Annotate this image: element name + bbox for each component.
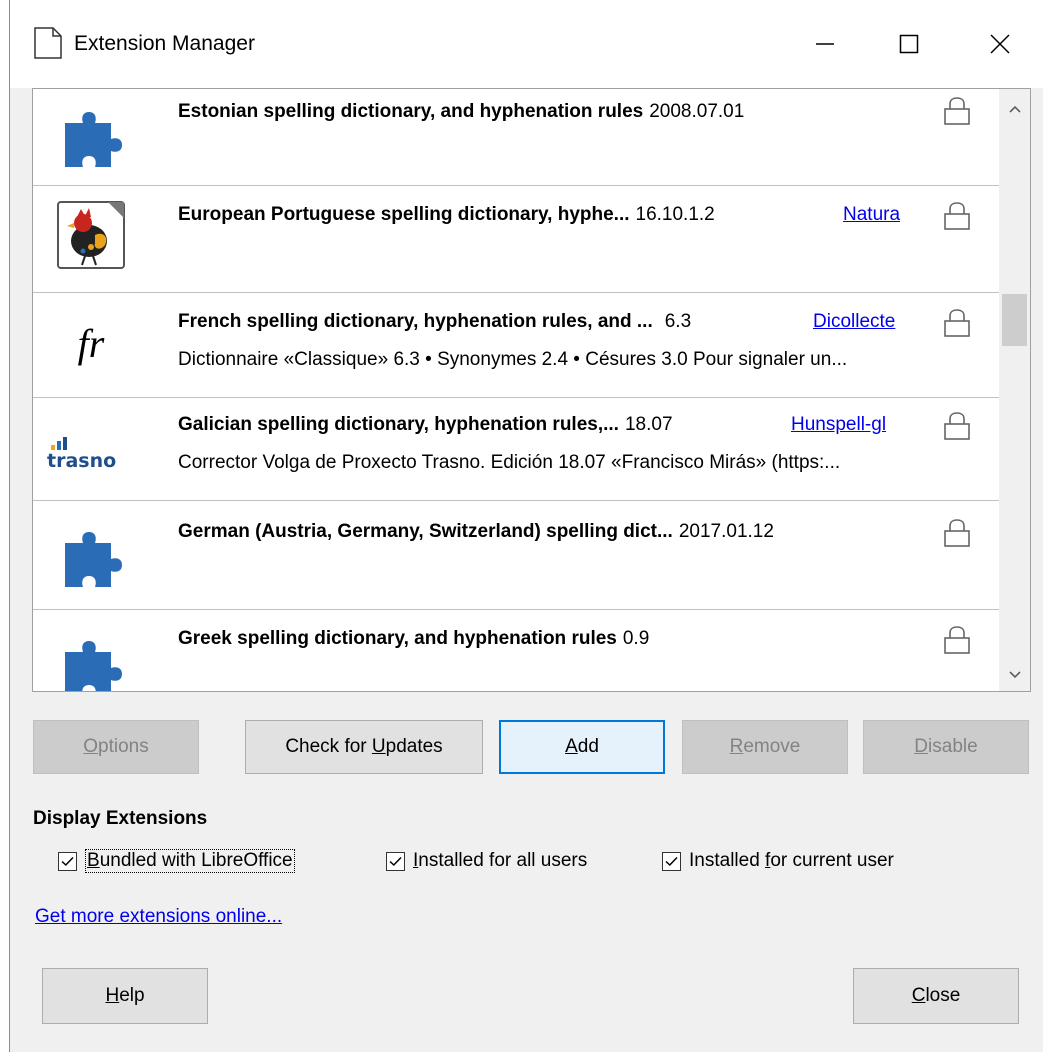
list-item-greek[interactable]: Greek spelling dictionary, and hyphenati…: [33, 610, 999, 691]
current-user-text: or current user: [770, 850, 894, 871]
help-label: elp: [119, 985, 145, 1006]
extension-list[interactable]: Estonian spelling dictionary, and hyphen…: [32, 88, 1031, 692]
puzzle-icon: [65, 112, 122, 167]
lock-icon: [944, 309, 970, 337]
current-user-checkbox[interactable]: Installed for current user: [662, 846, 894, 876]
extension-description: Dictionnaire «Classique» 6.3 • Synonymes…: [178, 349, 848, 370]
all-users-text: nstalled for all users: [418, 850, 588, 871]
extension-name: Greek spelling dictionary, and hyphenati…: [178, 628, 617, 649]
extension-version: 2017.01.12: [678, 521, 774, 542]
remove-button[interactable]: Remove: [682, 720, 848, 774]
chevron-down-icon: [1008, 671, 1021, 679]
checkmark-icon: [389, 856, 402, 866]
help-button[interactable]: Help: [42, 968, 208, 1024]
lock-icon: [944, 412, 970, 440]
extension-version: 6.3: [664, 311, 692, 332]
lock-icon: [944, 519, 970, 547]
bundled-text: undled with LibreOffice: [99, 850, 293, 871]
extension-name: German (Austria, Germany, Switzerland) s…: [178, 521, 673, 542]
maximize-button[interactable]: [879, 18, 939, 70]
list-item-european-portuguese[interactable]: European Portuguese spelling dictionary,…: [33, 186, 999, 293]
chevron-up-icon: [1008, 105, 1021, 113]
extension-version: 0.9: [622, 628, 650, 649]
list-item-estonian[interactable]: Estonian spelling dictionary, and hyphen…: [33, 89, 999, 186]
extension-version: 16.10.1.2: [635, 204, 715, 225]
close-icon: [990, 34, 1010, 54]
checkbox-box[interactable]: [58, 851, 77, 871]
extension-name: Estonian spelling dictionary, and hyphen…: [178, 101, 644, 122]
extension-name: European Portuguese spelling dictionary,…: [178, 204, 630, 225]
publisher-link[interactable]: Hunspell-gl: [791, 414, 886, 436]
trasno-logo-text: trasno: [47, 450, 117, 472]
minimize-icon: [816, 43, 834, 45]
list-item-galician[interactable]: trasno Galician spelling dictionary, hyp…: [33, 398, 999, 501]
bundled-label: Bundled with LibreOffice: [85, 849, 295, 873]
help-mnemonic: H: [105, 985, 120, 1006]
scroll-down-button[interactable]: [999, 661, 1030, 689]
bundled-checkbox[interactable]: Bundled with LibreOffice: [58, 846, 295, 876]
lock-icon: [944, 626, 970, 654]
lock-icon: [944, 97, 970, 125]
extension-manager-window: Extension Manager Estonian spelling dict…: [10, 0, 1043, 1052]
check-for-updates-button[interactable]: Check for Updates: [245, 720, 483, 774]
trasno-logo-icon: trasno: [47, 412, 133, 484]
scroll-up-button[interactable]: [999, 95, 1030, 123]
list-item-french[interactable]: fr French spelling dictionary, hyphenati…: [33, 293, 999, 398]
vertical-scrollbar[interactable]: [999, 89, 1030, 691]
scrollbar-thumb[interactable]: [1002, 294, 1027, 346]
all-users-label: Installed for all users: [413, 850, 587, 872]
extension-name: French spelling dictionary, hyphenation …: [178, 311, 653, 332]
fr-icon: fr: [55, 307, 127, 379]
maximize-icon: [899, 34, 919, 54]
check-updates-label: pdates: [385, 736, 443, 757]
close-mnemonic: C: [911, 985, 926, 1006]
window-title: Extension Manager: [74, 32, 255, 55]
publisher-link[interactable]: Dicollecte: [813, 311, 895, 333]
remove-label: emove: [743, 736, 801, 757]
add-button[interactable]: Add: [499, 720, 665, 774]
display-extensions-heading: Display Extensions: [33, 808, 208, 829]
get-more-extensions-link[interactable]: Get more extensions online...: [35, 906, 282, 928]
options-label: ptions: [98, 736, 149, 757]
extension-name: Galician spelling dictionary, hyphenatio…: [178, 414, 619, 435]
minimize-button[interactable]: [795, 18, 855, 70]
current-user-prefix: Installed: [689, 850, 766, 871]
close-button[interactable]: Close: [853, 968, 1019, 1024]
disable-label: isable: [928, 736, 978, 757]
checkbox-box[interactable]: [386, 851, 405, 871]
title-bar: Extension Manager: [10, 0, 1043, 88]
close-window-button[interactable]: [970, 18, 1030, 70]
all-users-checkbox[interactable]: Installed for all users: [386, 846, 587, 876]
extension-version: 18.07: [624, 414, 673, 435]
check-updates-mnemonic: U: [371, 736, 386, 757]
puzzle-icon: [65, 532, 122, 587]
check-updates-prefix: Check for: [285, 736, 372, 757]
lock-icon: [944, 202, 970, 230]
bundled-mnemonic: B: [87, 850, 100, 871]
checkmark-icon: [61, 856, 74, 866]
options-button[interactable]: Options: [33, 720, 199, 774]
disable-button[interactable]: Disable: [863, 720, 1029, 774]
puzzle-icon: [65, 641, 122, 691]
remove-mnemonic: R: [729, 736, 744, 757]
close-label: lose: [925, 985, 961, 1006]
add-mnemonic: A: [565, 736, 578, 757]
document-icon: [34, 27, 62, 59]
publisher-link[interactable]: Natura: [843, 204, 900, 226]
disable-mnemonic: D: [914, 736, 929, 757]
checkmark-icon: [665, 856, 678, 866]
fr-icon-text: fr: [77, 320, 105, 366]
extension-description: Corrector Volga de Proxecto Trasno. Edic…: [178, 452, 841, 473]
list-item-german[interactable]: German (Austria, Germany, Switzerland) s…: [33, 501, 999, 610]
checkbox-box[interactable]: [662, 851, 681, 871]
rooster-icon: [57, 201, 125, 269]
options-mnemonic: O: [83, 736, 99, 757]
add-label: dd: [577, 736, 599, 757]
current-user-label: Installed for current user: [689, 850, 894, 872]
extension-version: 2008.07.01: [649, 101, 745, 122]
